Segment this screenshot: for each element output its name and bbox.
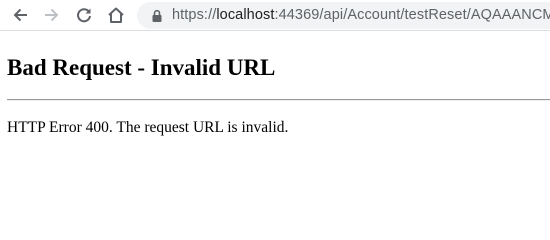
arrow-right-icon (45, 8, 59, 22)
url-text[interactable]: https://localhost:44369/api/Account/test… (172, 2, 550, 29)
url-path: :44369/api/Account/testReset/AQAAANCMnd (274, 7, 550, 23)
url-scheme: https:// (172, 7, 217, 23)
page-heading: Bad Request - Invalid URL (7, 55, 276, 80)
forward-button[interactable] (40, 3, 64, 27)
home-button[interactable] (104, 3, 128, 27)
url-host: localhost (216, 7, 275, 23)
horizontal-rule (7, 99, 550, 101)
arrow-left-icon (13, 8, 27, 22)
lock-icon[interactable] (150, 9, 164, 23)
home-icon (108, 7, 124, 23)
reload-icon (77, 8, 91, 23)
error-message: HTTP Error 400. The request URL is inval… (7, 119, 289, 136)
page-content: Bad Request - Invalid URL HTTP Error 400… (0, 31, 550, 214)
browser-toolbar: https://localhost:44369/api/Account/test… (0, 0, 550, 31)
address-bar[interactable]: https://localhost:44369/api/Account/test… (137, 2, 550, 29)
back-button[interactable] (8, 3, 32, 27)
reload-button[interactable] (72, 3, 96, 27)
